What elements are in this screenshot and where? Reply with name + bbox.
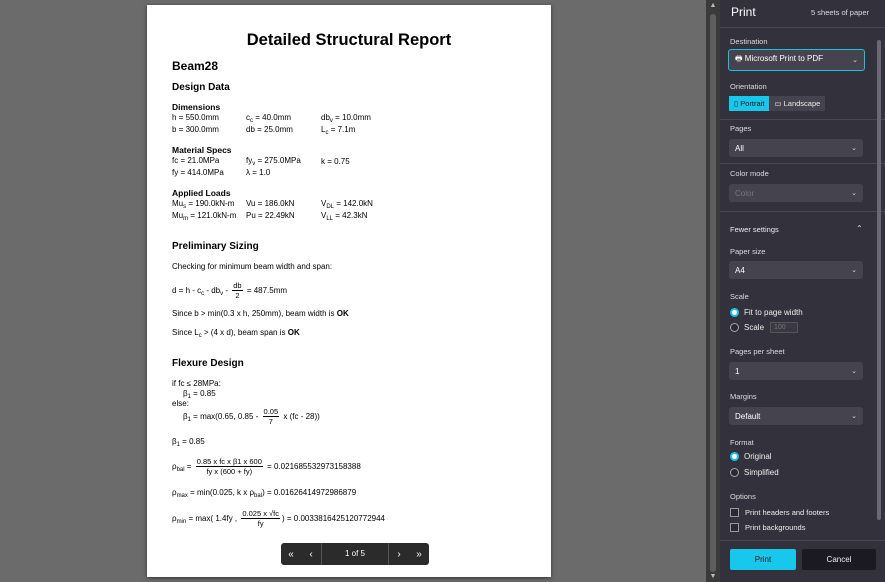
- flexure-pbal: ρbal = 0.85 x fc x β1 x 600 fy x (600 + f…: [172, 457, 361, 477]
- panel-title: Print: [731, 5, 756, 19]
- landscape-button[interactable]: ▭ Landscape: [769, 96, 826, 111]
- dim-lc: Lc = 7.1m: [321, 125, 356, 136]
- destination-select[interactable]: 🖶 Microsoft Print to PDF ⌄: [728, 49, 865, 71]
- paper-size-label: Paper size: [730, 247, 766, 256]
- sizing-since-span: Since Lc > (4 x d), beam span is OK: [172, 328, 300, 339]
- simplified-radio[interactable]: Simplified: [730, 468, 779, 477]
- scroll-down-icon[interactable]: ▼: [706, 573, 720, 580]
- cancel-button[interactable]: Cancel: [802, 549, 876, 570]
- chevron-down-icon: ⌄: [851, 145, 857, 152]
- portrait-icon: ▯: [734, 99, 739, 108]
- flexure-beta1-c: β1 = 0.85: [172, 437, 205, 448]
- chevron-up-icon[interactable]: ⌃: [856, 224, 863, 233]
- flexure-heading: Flexure Design: [172, 358, 244, 369]
- mat-lambda: λ = 1.0: [246, 168, 271, 177]
- scale-label: Scale: [730, 292, 749, 301]
- chevron-down-icon: ⌄: [851, 368, 857, 375]
- color-mode-select[interactable]: Color ⌄: [729, 184, 863, 202]
- dim-h: h = 550.0mm: [172, 113, 219, 122]
- panel-scrollbar[interactable]: [876, 30, 882, 538]
- pages-per-sheet-label: Pages per sheet: [730, 347, 785, 356]
- pages-per-sheet-select[interactable]: 1 ⌄: [729, 362, 863, 380]
- pages-select[interactable]: All ⌄: [729, 139, 863, 157]
- load-pu: Pu = 22.49kN: [246, 211, 295, 220]
- sizing-check: Checking for minimum beam width and span…: [172, 262, 333, 271]
- sizing-d-eq: d = h - cc - dbv - db 2 = 487.5mm: [172, 281, 288, 301]
- dim-b: b = 300.0mm: [172, 125, 219, 134]
- print-settings-panel: Print 5 sheets of paper Destination 🖶 Mi…: [720, 0, 885, 582]
- preview-scroll-thumb[interactable]: [710, 14, 716, 572]
- print-button[interactable]: Print: [730, 549, 796, 570]
- load-mum: Mum = 121.0kN-m: [172, 211, 237, 222]
- margins-select[interactable]: Default ⌄: [729, 407, 863, 425]
- first-page-button[interactable]: «: [281, 543, 301, 565]
- flexure-if: if fc ≤ 28MPa:: [172, 379, 221, 388]
- flexure-pmin: ρmin = max( 1.4fy , 0.025 x √fc fy) = 0.0…: [172, 509, 386, 529]
- scroll-up-icon[interactable]: ▲: [706, 2, 720, 9]
- preview-scrollbar[interactable]: ▲ ▼: [706, 0, 720, 582]
- preview-page: Detailed Structural Report Beam28 Design…: [147, 5, 551, 577]
- portrait-button[interactable]: ▯ Portrait: [729, 96, 770, 111]
- mat-fc: fc = 21.0MPa: [172, 156, 220, 165]
- options-label: Options: [730, 492, 756, 501]
- fewer-settings-toggle[interactable]: Fewer settings: [730, 225, 779, 234]
- scale-input[interactable]: 100: [770, 322, 799, 333]
- orientation-toggle: ▯ Portrait ▭ Landscape: [729, 96, 826, 111]
- format-label: Format: [730, 438, 754, 447]
- orientation-label: Orientation: [730, 82, 767, 91]
- chevron-down-icon: ⌄: [851, 413, 857, 420]
- load-vu: Vu = 186.0kN: [246, 199, 295, 208]
- landscape-icon: ▭: [774, 99, 782, 108]
- pages-label: Pages: [730, 124, 752, 133]
- chevron-down-icon: ⌄: [851, 190, 857, 197]
- paper-size-select[interactable]: A4 ⌄: [729, 261, 863, 279]
- material-heading: Material Specs: [172, 145, 232, 155]
- mat-k: k = 0.75: [321, 157, 350, 166]
- previous-page-button[interactable]: ‹: [301, 543, 321, 565]
- headers-footers-checkbox[interactable]: Print headers and footers: [730, 508, 829, 517]
- mat-fy: fy = 414.0MPa: [172, 168, 224, 177]
- flexure-pmax: ρmax = min(0.025, k x ρbal) = 0.01626414…: [172, 488, 357, 499]
- printer-icon: 🖶: [735, 54, 743, 63]
- margins-label: Margins: [730, 392, 757, 401]
- flexure-beta1-b: β1 = max(0.65, 0.85 - 0.05 7 x (fc - 28)): [183, 407, 320, 427]
- sizing-heading: Preliminary Sizing: [172, 241, 259, 252]
- page-navigator: « ‹ 1 of 5 › »: [281, 543, 429, 565]
- original-radio[interactable]: Original: [730, 452, 772, 461]
- sizing-since-width: Since b > min(0.3 x h, 250mm), beam widt…: [172, 309, 349, 318]
- scale-radio[interactable]: Scale 100: [730, 322, 799, 333]
- destination-label: Destination: [730, 37, 768, 46]
- chevron-down-icon: ⌄: [852, 57, 858, 64]
- dimensions-heading: Dimensions: [172, 102, 221, 112]
- beam-name: Beam28: [172, 59, 219, 73]
- report-title: Detailed Structural Report: [246, 31, 452, 49]
- page-indicator: 1 of 5: [321, 543, 389, 565]
- sheet-count: 5 sheets of paper: [811, 8, 869, 17]
- backgrounds-checkbox[interactable]: Print backgrounds: [730, 523, 805, 532]
- loads-heading: Applied Loads: [172, 188, 231, 198]
- fit-to-page-radio[interactable]: Fit to page width: [730, 308, 803, 317]
- dim-db: db = 25.0mm: [246, 125, 293, 134]
- last-page-button[interactable]: »: [409, 543, 429, 565]
- next-page-button[interactable]: ›: [389, 543, 409, 565]
- print-preview-area: Detailed Structural Report Beam28 Design…: [0, 0, 706, 582]
- chevron-down-icon: ⌄: [851, 267, 857, 274]
- load-vll: VLL = 42.3kN: [321, 211, 368, 222]
- color-mode-label: Color mode: [730, 169, 769, 178]
- design-data-heading: Design Data: [172, 82, 230, 93]
